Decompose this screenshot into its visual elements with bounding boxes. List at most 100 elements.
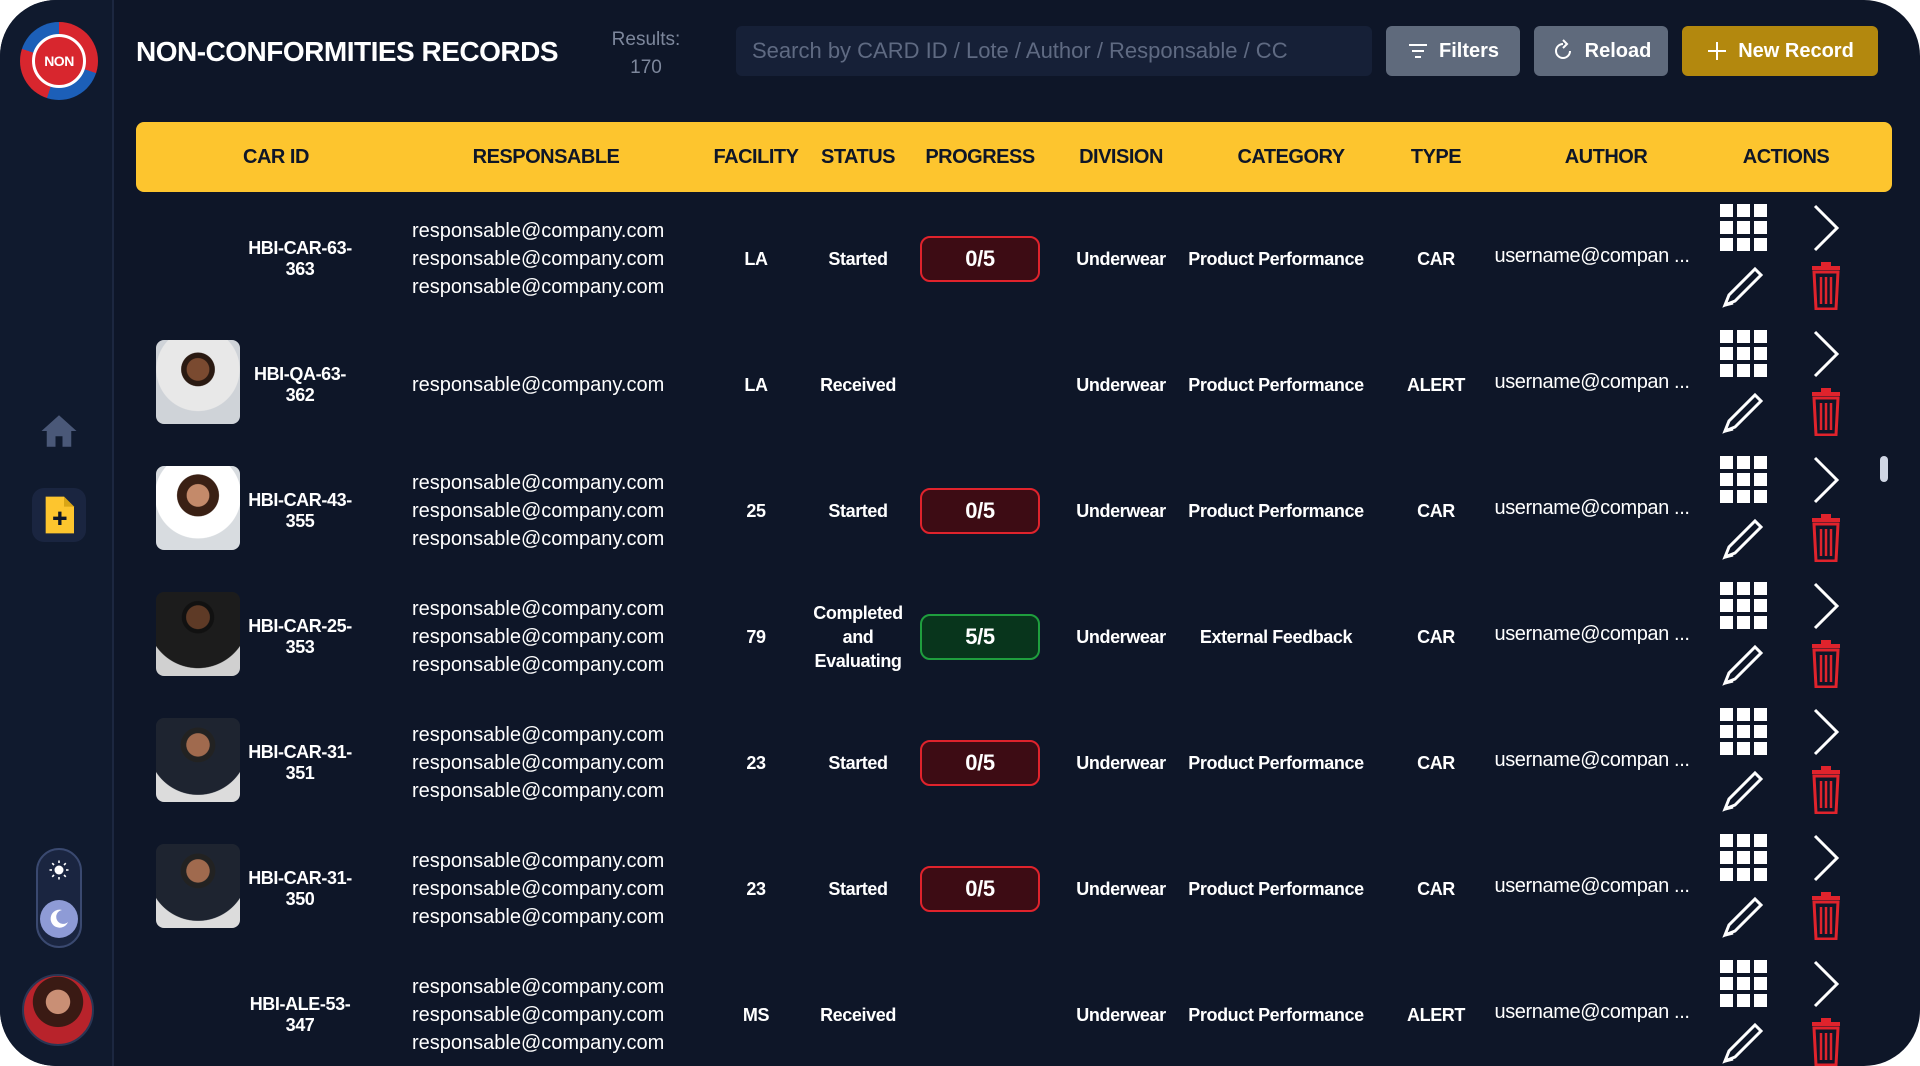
trash-icon[interactable] — [1798, 384, 1854, 440]
trash-icon[interactable] — [1798, 1014, 1854, 1066]
row-photo — [156, 718, 240, 802]
app-frame: NON NON-CONFORMITIES RECORDS Results: 17… — [0, 0, 1920, 1066]
responsable-email: responsable@company.com — [412, 220, 665, 242]
table-row[interactable]: HBI-CAR-31-350 responsable@company.com res… — [136, 826, 1892, 952]
progress-badge: 0/5 — [920, 236, 1040, 282]
progress-cell: 5/5 — [912, 574, 1048, 700]
table-row[interactable]: HBI-CAR-63-363 responsable@company.com res… — [136, 196, 1892, 322]
category-cell: Product Performance — [1188, 500, 1364, 521]
category-cell: Product Performance — [1188, 752, 1364, 773]
column-category[interactable]: CATEGORY — [1206, 122, 1376, 192]
car-id-cell[interactable]: HBI-CAR-31-351 — [240, 700, 360, 826]
filters-button[interactable]: Filters — [1386, 26, 1520, 76]
car-id-cell[interactable]: HBI-CAR-25-353 — [240, 574, 360, 700]
grid-icon[interactable] — [1716, 704, 1772, 760]
new-record-button[interactable]: New Record — [1682, 26, 1878, 76]
grid-icon[interactable] — [1716, 830, 1772, 886]
responsable-email: responsable@company.com — [412, 724, 665, 746]
pencil-icon[interactable] — [1716, 888, 1772, 944]
chevron-right-icon[interactable] — [1798, 452, 1854, 508]
sun-icon — [49, 860, 69, 880]
car-id-cell[interactable]: HBI-CAR-63-363 — [240, 196, 360, 322]
column-car-id[interactable]: CAR ID — [196, 122, 356, 192]
row-photo — [156, 340, 240, 424]
trash-icon[interactable] — [1798, 510, 1854, 566]
pencil-icon[interactable] — [1716, 636, 1772, 692]
reload-label: Reload — [1584, 39, 1652, 62]
status-cell: Started — [828, 501, 888, 521]
type-cell: CAR — [1417, 752, 1455, 773]
pencil-icon[interactable] — [1716, 762, 1772, 818]
column-responsable[interactable]: RESPONSABLE — [406, 122, 686, 192]
grid-icon[interactable] — [1716, 326, 1772, 382]
table-row[interactable]: HBI-CAR-43-355 responsable@company.com res… — [136, 448, 1892, 574]
facility-cell: 23 — [746, 878, 766, 899]
search-input[interactable] — [736, 26, 1372, 76]
facility-cell: LA — [744, 374, 768, 395]
responsable-cell: responsable@company.com responsable@compa… — [412, 952, 692, 1066]
car-id-cell[interactable]: HBI-CAR-43-355 — [240, 448, 360, 574]
trash-icon[interactable] — [1798, 258, 1854, 314]
trash-icon[interactable] — [1798, 762, 1854, 818]
chevron-right-icon[interactable] — [1798, 200, 1854, 256]
logo-text: NON — [32, 34, 86, 88]
page-title: NON-CONFORMITIES RECORDS — [136, 36, 559, 67]
column-author[interactable]: AUTHOR — [1536, 122, 1676, 192]
type-cell: CAR — [1417, 878, 1455, 899]
home-icon[interactable] — [32, 404, 86, 458]
chevron-right-icon[interactable] — [1798, 326, 1854, 382]
responsable-cell: responsable@company.com responsable@compa… — [412, 574, 692, 700]
reload-button[interactable]: Reload — [1534, 26, 1668, 76]
division-cell: Underwear — [1076, 752, 1166, 773]
file-add-icon[interactable] — [32, 488, 86, 542]
chevron-right-icon[interactable] — [1798, 956, 1854, 1012]
pencil-icon[interactable] — [1716, 384, 1772, 440]
responsable-email: responsable@company.com — [412, 626, 665, 648]
scrollbar-thumb[interactable] — [1880, 456, 1888, 482]
type-cell: CAR — [1417, 248, 1455, 269]
facility-cell: 79 — [746, 626, 766, 647]
status-cell: Started — [828, 879, 888, 899]
pencil-icon[interactable] — [1716, 258, 1772, 314]
trash-icon[interactable] — [1798, 636, 1854, 692]
grid-icon[interactable] — [1716, 200, 1772, 256]
table-row[interactable]: HBI-CAR-25-353 responsable@company.com res… — [136, 574, 1892, 700]
table-row[interactable]: HBI-QA-63-362 responsable@company.com LA Re… — [136, 322, 1892, 448]
results-label: Results: — [611, 29, 681, 50]
responsable-cell: responsable@company.com responsable@compa… — [412, 448, 692, 574]
column-facility[interactable]: FACILITY — [706, 122, 806, 192]
column-status[interactable]: STATUS — [808, 122, 908, 192]
table-row[interactable]: HBI-ALE-53-347 responsable@company.com res… — [136, 952, 1892, 1066]
responsable-cell: responsable@company.com responsable@compa… — [412, 826, 692, 952]
pencil-icon[interactable] — [1716, 510, 1772, 566]
responsable-email: responsable@company.com — [412, 654, 665, 676]
progress-cell — [912, 322, 1048, 448]
user-avatar[interactable] — [22, 974, 94, 1046]
car-id-cell[interactable]: HBI-CAR-31-350 — [240, 826, 360, 952]
progress-badge: 0/5 — [920, 866, 1040, 912]
grid-icon[interactable] — [1716, 578, 1772, 634]
chevron-right-icon[interactable] — [1798, 704, 1854, 760]
division-cell: Underwear — [1076, 500, 1166, 521]
division-cell: Underwear — [1076, 626, 1166, 647]
responsable-email: responsable@company.com — [412, 276, 665, 298]
app-logo[interactable]: NON — [20, 22, 98, 100]
column-progress[interactable]: PROGRESS — [920, 122, 1040, 192]
status-cell: Received — [820, 375, 896, 395]
column-type[interactable]: TYPE — [1376, 122, 1496, 192]
chevron-right-icon[interactable] — [1798, 830, 1854, 886]
responsable-email: responsable@company.com — [412, 780, 665, 802]
table-row[interactable]: HBI-CAR-31-351 responsable@company.com res… — [136, 700, 1892, 826]
chevron-right-icon[interactable] — [1798, 578, 1854, 634]
results-value: 170 — [630, 57, 662, 78]
trash-icon[interactable] — [1798, 888, 1854, 944]
grid-icon[interactable] — [1716, 452, 1772, 508]
grid-icon[interactable] — [1716, 956, 1772, 1012]
column-division[interactable]: DIVISION — [1056, 122, 1186, 192]
car-id-cell[interactable]: HBI-QA-63-362 — [240, 322, 360, 448]
pencil-icon[interactable] — [1716, 1014, 1772, 1066]
car-id-cell[interactable]: HBI-ALE-53-347 — [240, 952, 360, 1066]
responsable-email: responsable@company.com — [412, 248, 665, 270]
author-cell: username@compan ... — [1494, 370, 1690, 393]
theme-toggle[interactable] — [36, 848, 82, 948]
